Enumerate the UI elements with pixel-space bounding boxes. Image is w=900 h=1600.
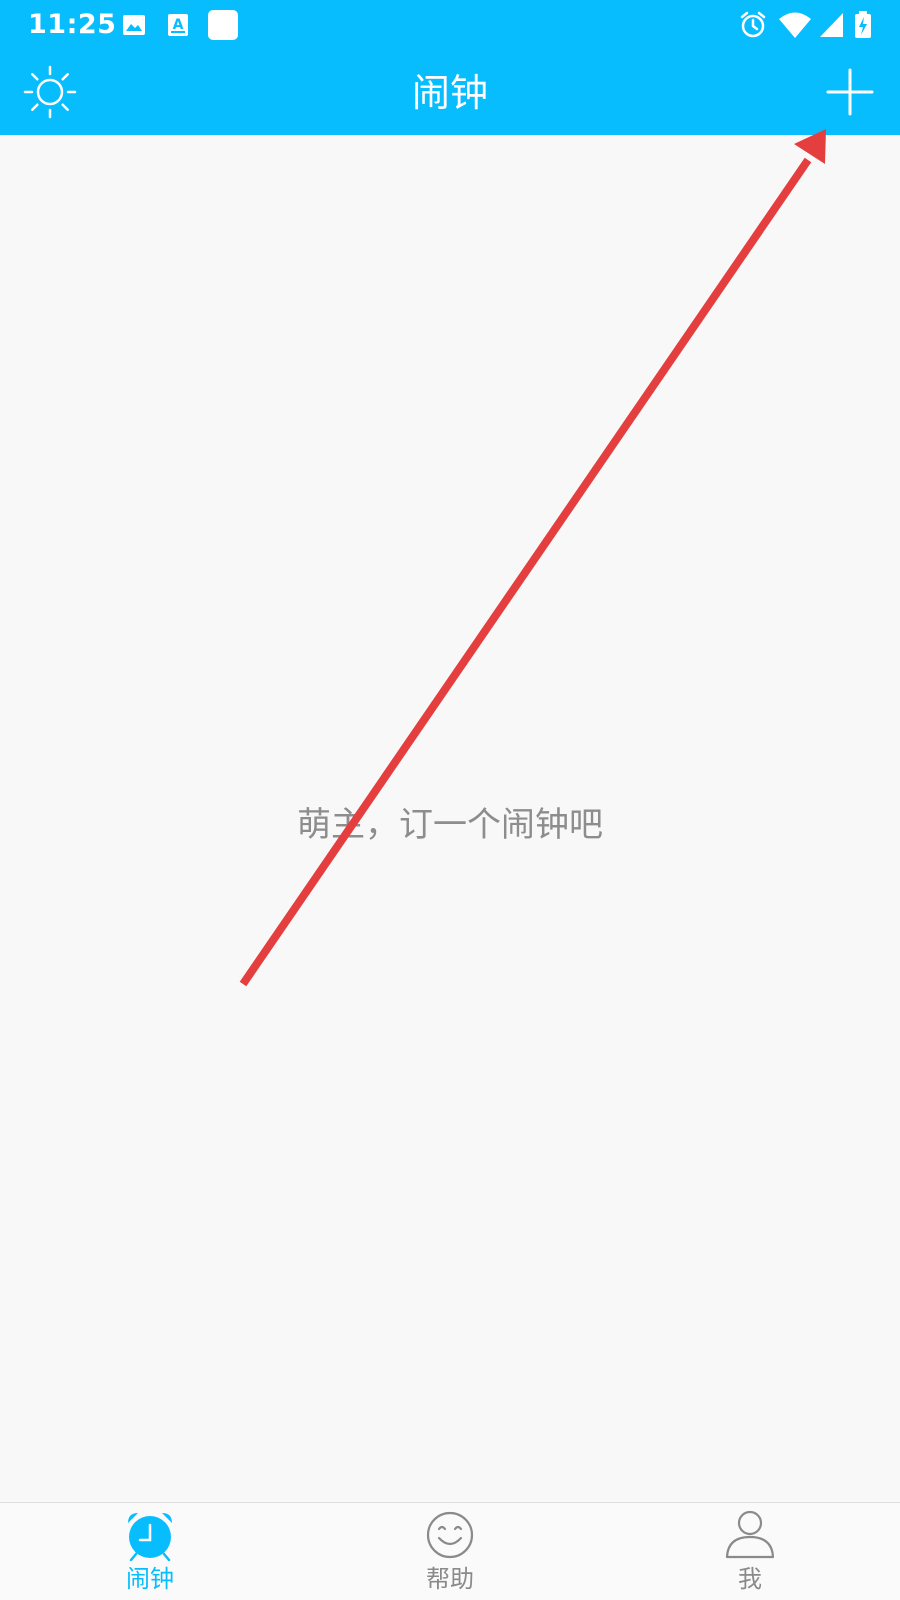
smile-icon	[426, 1511, 474, 1559]
page-title: 闹钟	[411, 71, 488, 115]
image-icon	[123, 15, 145, 35]
nav-label-help: 帮助	[426, 1565, 474, 1593]
nav-item-me[interactable]: 我	[670, 1503, 830, 1600]
app-screen: 11:25 A 闹钟 萌主，订一个闹钟吧 闹钟 帮助 我	[0, 0, 900, 1600]
nav-label-me: 我	[738, 1565, 762, 1593]
alarm-clock-icon	[128, 1513, 172, 1561]
svg-text:A: A	[173, 17, 184, 33]
person-icon	[725, 1510, 775, 1559]
wifi-icon	[779, 12, 811, 38]
nav-item-alarm[interactable]: 闹钟	[70, 1503, 230, 1600]
empty-state-message: 萌主，订一个闹钟吧	[297, 805, 603, 845]
app-square-icon	[208, 10, 238, 40]
add-alarm-button[interactable]	[822, 64, 878, 120]
status-time: 11:25	[28, 9, 117, 40]
battery-charging-icon	[855, 11, 871, 38]
alarm-list-area: 萌主，订一个闹钟吧	[0, 135, 900, 1502]
nav-item-help[interactable]: 帮助	[370, 1503, 530, 1600]
plus-icon	[826, 68, 874, 116]
nav-label-alarm: 闹钟	[126, 1565, 174, 1593]
bottom-nav: 闹钟 帮助 我	[0, 1502, 900, 1600]
cell-signal-icon	[820, 13, 843, 37]
app-header: 闹钟	[0, 50, 900, 135]
status-bar: 11:25 A	[0, 0, 900, 50]
alarm-icon	[740, 11, 766, 38]
font-icon: A	[168, 14, 188, 36]
